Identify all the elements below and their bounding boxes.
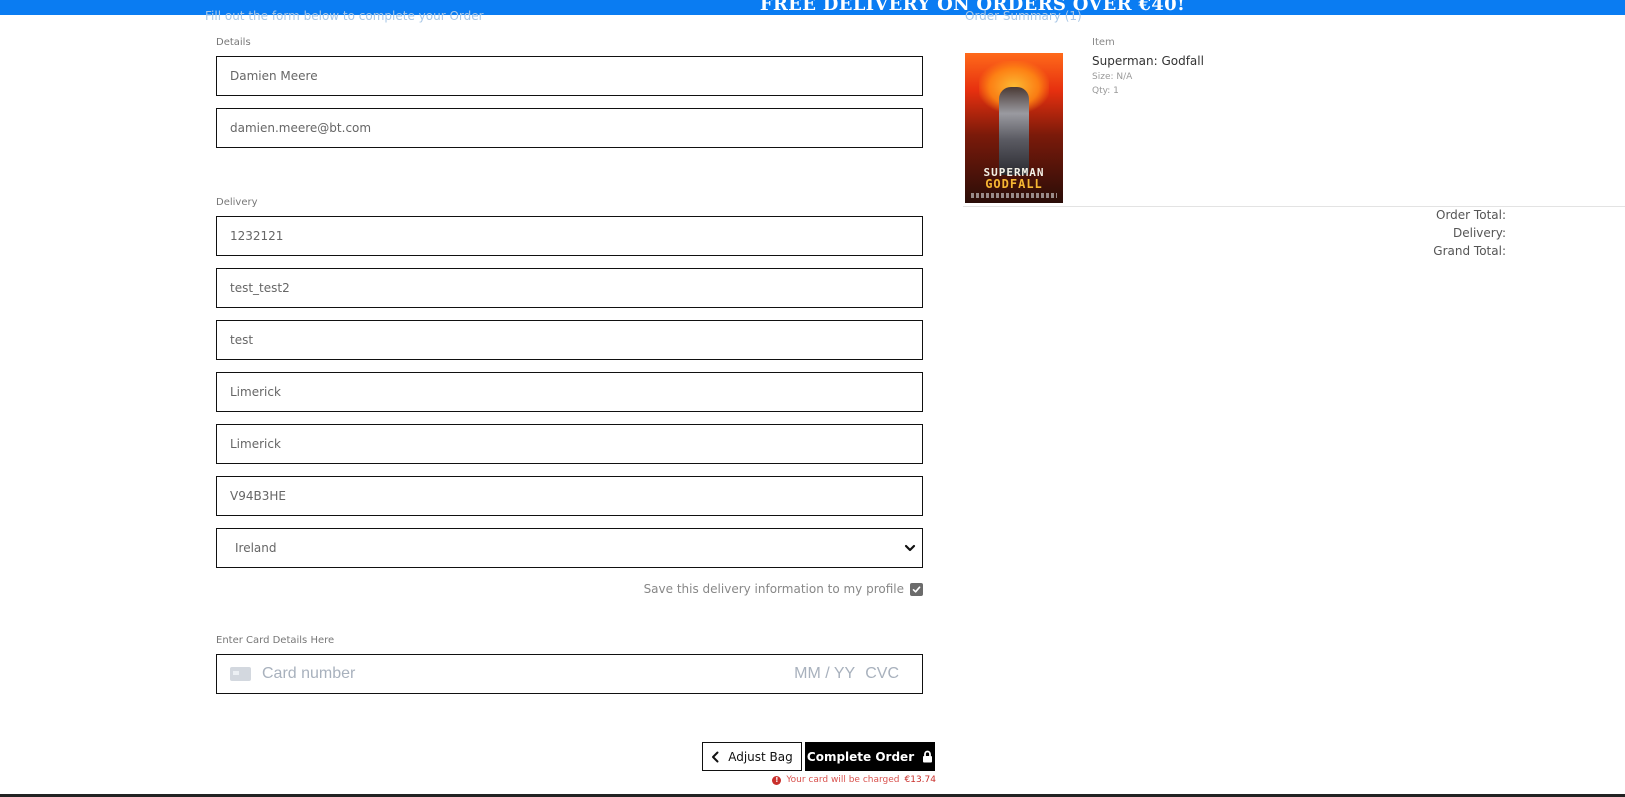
charge-amount: €13.74	[904, 775, 937, 785]
adjust-bag-button[interactable]: Adjust Bag	[702, 742, 802, 771]
adjust-bag-label: Adjust Bag	[728, 749, 793, 764]
lock-icon	[923, 750, 933, 763]
phone-field[interactable]	[216, 216, 923, 256]
street-address2-field[interactable]	[216, 320, 923, 360]
postcode-field[interactable]	[216, 476, 923, 516]
save-info-label: Save this delivery information to my pro…	[643, 582, 904, 596]
credit-card-icon	[230, 667, 251, 681]
postcode-input[interactable]	[230, 477, 909, 515]
card-element[interactable]: Card number MM / YY CVC	[216, 654, 923, 694]
save-info-checkbox[interactable]	[910, 582, 923, 596]
full-name-field[interactable]	[216, 56, 923, 96]
street-address1-field[interactable]	[216, 268, 923, 308]
street-address1-input[interactable]	[230, 269, 909, 307]
card-details-label: Enter Card Details Here	[216, 635, 335, 646]
town-or-city-field[interactable]	[216, 372, 923, 412]
card-expiry-input[interactable]: MM / YY	[794, 665, 855, 683]
town-or-city-input[interactable]	[230, 373, 909, 411]
county-input[interactable]	[230, 425, 909, 463]
order-total-label: Order Total:	[1436, 208, 1506, 222]
complete-order-label: Complete Order	[806, 749, 915, 764]
order-summary-heading: Order Summary (1)	[965, 9, 1082, 23]
charge-notice: ! Your card will be charged €13.74	[760, 775, 936, 785]
delivery-label: Delivery	[216, 197, 258, 208]
exclamation-circle-icon: !	[772, 775, 782, 785]
chevron-left-icon	[712, 751, 719, 762]
cover-credits	[971, 193, 1057, 198]
charge-notice-text: Your card will be charged	[786, 775, 900, 785]
card-number-input[interactable]: Card number	[262, 665, 355, 683]
grand-total-label: Grand Total:	[1433, 244, 1506, 258]
chevron-down-icon	[904, 544, 916, 552]
product-image[interactable]: SUPERMAN GODFALL	[965, 53, 1063, 203]
country-selected-value: Ireland	[235, 541, 277, 555]
phone-input[interactable]	[230, 217, 909, 255]
email-field[interactable]	[216, 108, 923, 148]
item-name: Superman: Godfall	[1092, 54, 1204, 68]
email-input[interactable]	[230, 109, 909, 147]
item-qty: Qty: 1	[1092, 86, 1119, 96]
item-size: Size: N/A	[1092, 72, 1133, 82]
county-field[interactable]	[216, 424, 923, 464]
item-column-header: Item	[1092, 37, 1115, 48]
card-cvc-input[interactable]: CVC	[865, 665, 899, 683]
cover-figure	[999, 87, 1029, 175]
summary-divider	[963, 206, 1625, 207]
form-intro-text: Fill out the form below to complete your…	[205, 9, 484, 23]
street-address2-input[interactable]	[230, 321, 909, 359]
save-info-row: Save this delivery information to my pro…	[600, 581, 923, 597]
full-name-input[interactable]	[230, 57, 909, 95]
cover-title-line2: GODFALL	[985, 177, 1043, 191]
checkmark-icon	[912, 585, 921, 593]
details-label: Details	[216, 37, 251, 48]
complete-order-button[interactable]: Complete Order	[805, 742, 935, 771]
card-number-group[interactable]: Card number	[230, 665, 355, 683]
card-meta-group: MM / YY CVC	[794, 665, 909, 683]
country-select[interactable]: Ireland	[216, 528, 923, 568]
delivery-cost-label: Delivery:	[1453, 226, 1506, 240]
